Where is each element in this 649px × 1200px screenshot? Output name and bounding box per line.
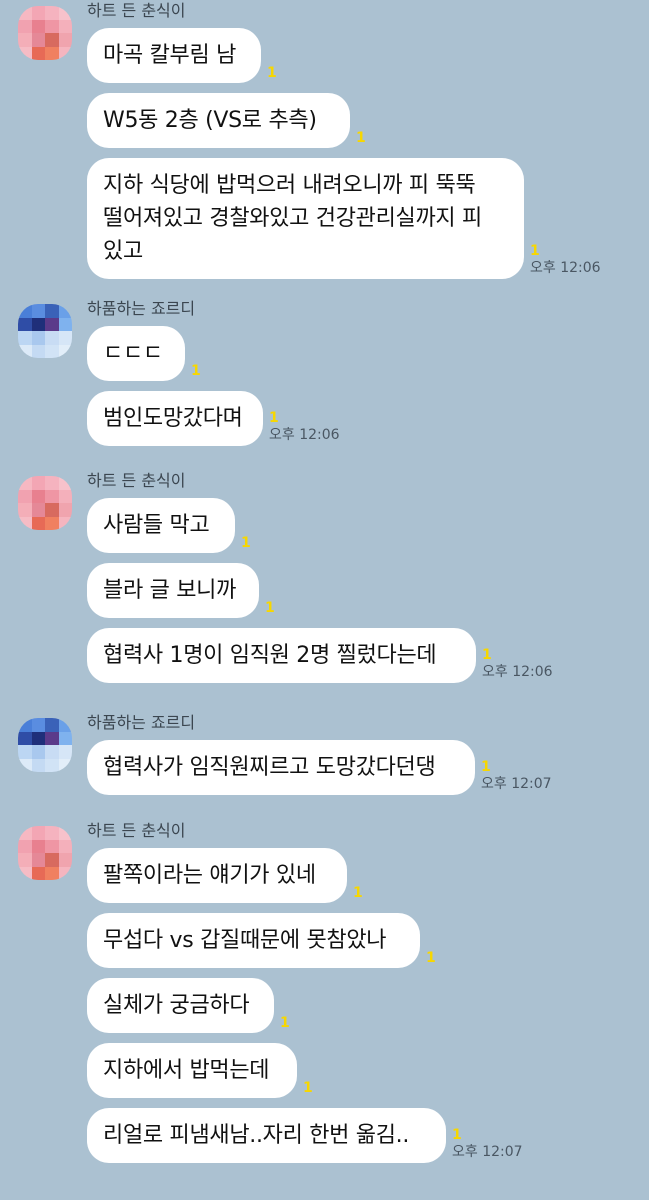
unread-count: 1: [241, 535, 251, 551]
unread-count: 1: [353, 885, 363, 901]
message-row: W5동 2층 (VS로 추측) 1: [87, 93, 649, 148]
message-row: 리얼로 피냄새남..자리 한번 옮김.. 1 오후 12:07: [87, 1108, 649, 1163]
avatar[interactable]: [18, 826, 72, 880]
message-bubble[interactable]: 실체가 궁금하다: [87, 978, 274, 1033]
message-meta: 1 오후 12:06: [269, 410, 340, 446]
message-bubble[interactable]: 범인도망갔다며: [87, 391, 263, 446]
message-row: 마곡 칼부림 남 1: [87, 28, 649, 83]
message-row: ㄷㄷㄷ 1: [87, 326, 649, 381]
message-row: 실체가 궁금하다 1: [87, 978, 649, 1033]
message-bubble[interactable]: 사람들 막고: [87, 498, 235, 553]
unread-count: 1: [530, 243, 540, 259]
message-timestamp: 오후 12:06: [269, 427, 340, 443]
message-bubble[interactable]: 협력사 1명이 임직원 2명 찔렀다는데: [87, 628, 476, 683]
sender-name[interactable]: 하품하는 죠르디: [87, 712, 649, 734]
message-row: 협력사 1명이 임직원 2명 찔렀다는데 1 오후 12:06: [87, 628, 649, 683]
message-group: 하품하는 죠르디 ㄷㄷㄷ 1 범인도망갔다며 1 오후 12:06: [0, 299, 649, 456]
message-bubble[interactable]: 무섭다 vs 갑질때문에 못참았나: [87, 913, 420, 968]
message-meta: 1 오후 12:06: [530, 243, 601, 279]
unread-count: 1: [481, 759, 491, 775]
unread-count: 1: [303, 1080, 313, 1096]
message-bubble[interactable]: 지하에서 밥먹는데: [87, 1043, 297, 1098]
unread-count: 1: [482, 647, 492, 663]
message-bubble[interactable]: 리얼로 피냄새남..자리 한번 옮김..: [87, 1108, 446, 1163]
unread-count: 1: [265, 600, 275, 616]
message-meta: 1 오후 12:07: [481, 759, 552, 795]
sender-name[interactable]: 하트 든 춘식이: [87, 470, 649, 492]
avatar[interactable]: [18, 304, 72, 358]
message-meta: 1: [356, 130, 366, 148]
message-meta: 1: [241, 535, 251, 553]
message-row: 지하에서 밥먹는데 1: [87, 1043, 649, 1098]
message-row: 사람들 막고 1: [87, 498, 649, 553]
message-group: 하품하는 죠르디 협력사가 임직원찌르고 도망갔다던댕 1 오후 12:07: [0, 713, 649, 805]
message-row: 지하 식당에 밥먹으러 내려오니까 피 뚝뚝 떨어져있고 경찰와있고 건강관리실…: [87, 158, 649, 279]
message-meta: 1: [280, 1015, 290, 1033]
message-bubble[interactable]: 마곡 칼부림 남: [87, 28, 261, 83]
unread-count: 1: [356, 130, 366, 146]
unread-count: 1: [280, 1015, 290, 1031]
message-meta: 1 오후 12:06: [482, 647, 553, 683]
unread-count: 1: [452, 1127, 462, 1143]
message-timestamp: 오후 12:07: [452, 1144, 523, 1160]
sender-name[interactable]: 하품하는 죠르디: [87, 298, 649, 320]
message-timestamp: 오후 12:06: [482, 664, 553, 680]
message-row: 무섭다 vs 갑질때문에 못참았나 1: [87, 913, 649, 968]
chat-room: 하트 든 춘식이 마곡 칼부림 남 1 W5동 2층 (VS로 추측) 1 지하 식당에 …: [0, 0, 649, 1200]
message-bubble[interactable]: 블라 글 보니까: [87, 563, 259, 618]
message-bubble[interactable]: W5동 2층 (VS로 추측): [87, 93, 350, 148]
message-row: 팔쪽이라는 얘기가 있네 1: [87, 848, 649, 903]
unread-count: 1: [191, 363, 201, 379]
message-bubble[interactable]: ㄷㄷㄷ: [87, 326, 185, 381]
avatar[interactable]: [18, 6, 72, 60]
avatar[interactable]: [18, 718, 72, 772]
message-row: 블라 글 보니까 1: [87, 563, 649, 618]
message-group: 하트 든 춘식이사람들 막고 1 블라 글 보니까 1 협력사 1명이 임직원 2명 찔…: [0, 471, 649, 693]
message-bubble[interactable]: 협력사가 임직원찌르고 도망갔다던댕: [87, 740, 475, 795]
message-meta: 1: [267, 65, 277, 83]
message-row: 협력사가 임직원찌르고 도망갔다던댕 1 오후 12:07: [87, 740, 649, 795]
message-row: 범인도망갔다며 1 오후 12:06: [87, 391, 649, 446]
message-meta: 1: [191, 363, 201, 381]
avatar[interactable]: [18, 476, 72, 530]
message-group: 하트 든 춘식이 팔쪽이라는 얘기가 있네 1 무섭다 vs 갑질때문에 못참았나 1 실…: [0, 821, 649, 1173]
message-meta: 1: [426, 950, 436, 968]
unread-count: 1: [426, 950, 436, 966]
message-meta: 1 오후 12:07: [452, 1127, 523, 1163]
message-meta: 1: [303, 1080, 313, 1098]
unread-count: 1: [269, 410, 279, 426]
message-bubble[interactable]: 팔쪽이라는 얘기가 있네: [87, 848, 347, 903]
sender-name[interactable]: 하트 든 춘식이: [87, 820, 649, 842]
message-meta: 1: [353, 885, 363, 903]
sender-name[interactable]: 하트 든 춘식이: [87, 0, 649, 22]
message-timestamp: 오후 12:06: [530, 260, 601, 276]
message-meta: 1: [265, 600, 275, 618]
message-group: 하트 든 춘식이마곡 칼부림 남 1 W5동 2층 (VS로 추측) 1 지하 식당에 …: [0, 1, 649, 289]
message-timestamp: 오후 12:07: [481, 776, 552, 792]
unread-count: 1: [267, 65, 277, 81]
message-bubble[interactable]: 지하 식당에 밥먹으러 내려오니까 피 뚝뚝 떨어져있고 경찰와있고 건강관리실…: [87, 158, 524, 279]
